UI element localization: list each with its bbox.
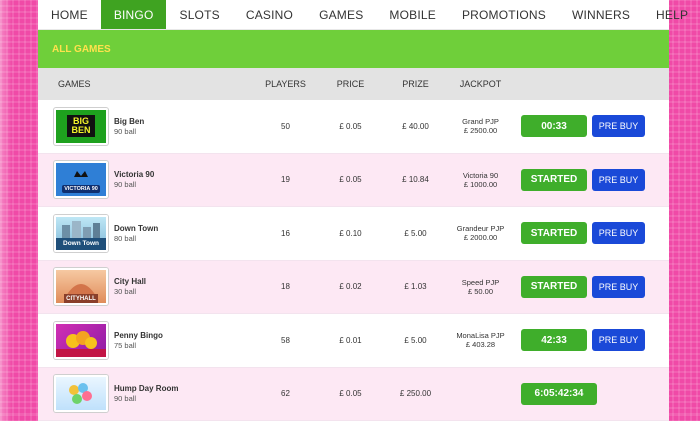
prize-amount: £ 250.00 <box>383 389 448 398</box>
play-countdown-button[interactable]: 00:33 <box>521 115 587 137</box>
down-town-thumbnail[interactable]: Down Town <box>54 215 108 252</box>
nav-games[interactable]: GAMES <box>306 0 376 29</box>
header-games: GAMES <box>38 79 253 89</box>
jackpot-info: Victoria 90 £ 1000.00 <box>448 171 513 189</box>
header-jackpot: JACKPOT <box>448 79 513 89</box>
bingo-balls-icon <box>56 377 106 410</box>
pre-buy-button[interactable]: PRE BUY <box>592 169 645 191</box>
hump-day-room-thumbnail[interactable] <box>54 375 108 412</box>
play-countdown-button[interactable]: 6:05:42:34 <box>521 383 597 405</box>
table-row[interactable]: Hump Day Room 90 ball 62 £ 0.05 £ 250.00… <box>38 368 669 421</box>
players-count: 18 <box>253 282 318 291</box>
pre-buy-button[interactable]: PRE BUY <box>592 276 645 298</box>
game-name[interactable]: Big Ben <box>114 117 144 126</box>
players-count: 19 <box>253 175 318 184</box>
game-name[interactable]: Penny Bingo <box>114 331 163 340</box>
city-hall-thumbnail[interactable]: CITYHALL <box>54 268 108 305</box>
nav-winners[interactable]: WINNERS <box>559 0 643 29</box>
nav-slots[interactable]: SLOTS <box>166 0 232 29</box>
game-name[interactable]: Victoria 90 <box>114 170 154 179</box>
table-row[interactable]: VICTORIA 90 Victoria 90 90 ball 19 £ 0.0… <box>38 154 669 208</box>
ticket-price: £ 0.01 <box>318 336 383 345</box>
prize-amount: £ 5.00 <box>383 229 448 238</box>
players-count: 58 <box>253 336 318 345</box>
game-type: 30 ball <box>114 287 146 296</box>
table-row[interactable]: Down Town Down Town 80 ball 16 £ 0.10 £ … <box>38 207 669 261</box>
pre-buy-button[interactable]: PRE BUY <box>592 329 645 351</box>
game-name[interactable]: Hump Day Room <box>114 384 178 393</box>
started-button[interactable]: STARTED <box>521 276 587 298</box>
pre-buy-button[interactable]: PRE BUY <box>592 115 645 137</box>
nav-home[interactable]: HOME <box>38 0 101 29</box>
players-count: 62 <box>253 389 318 398</box>
header-prize: PRIZE <box>383 79 448 89</box>
table-row[interactable]: CITYHALL City Hall 30 ball 18 £ 0.02 £ 1… <box>38 261 669 315</box>
main-nav: HOME BINGO SLOTS CASINO GAMES MOBILE PRO… <box>38 0 669 30</box>
ticket-price: £ 0.10 <box>318 229 383 238</box>
nav-mobile[interactable]: MOBILE <box>376 0 449 29</box>
jackpot-info: Grand PJP £ 2500.00 <box>448 117 513 135</box>
game-type: 90 ball <box>114 127 144 136</box>
prize-amount: £ 1.03 <box>383 282 448 291</box>
section-header: ALL GAMES <box>38 30 669 68</box>
jackpot-info: Grandeur PJP £ 2000.00 <box>448 224 513 242</box>
started-button[interactable]: STARTED <box>521 169 587 191</box>
prize-amount: £ 10.84 <box>383 175 448 184</box>
header-price: PRICE <box>318 79 383 89</box>
table-row[interactable]: Penny Bingo 75 ball 58 £ 0.01 £ 5.00 Mon… <box>38 314 669 368</box>
penny-bingo-thumbnail[interactable] <box>54 322 108 359</box>
jackpot-info: Speed PJP £ 50.00 <box>448 278 513 296</box>
prize-amount: £ 40.00 <box>383 122 448 131</box>
table-row[interactable]: BIG BEN Big Ben 90 ball 50 £ 0.05 £ 40.0… <box>38 100 669 154</box>
game-name[interactable]: City Hall <box>114 277 146 286</box>
big-ben-thumbnail[interactable]: BIG BEN <box>54 108 108 145</box>
ticket-price: £ 0.05 <box>318 122 383 131</box>
nav-bingo[interactable]: BINGO <box>101 0 167 29</box>
prize-amount: £ 5.00 <box>383 336 448 345</box>
game-type: 90 ball <box>114 180 154 189</box>
game-name[interactable]: Down Town <box>114 224 158 233</box>
game-type: 75 ball <box>114 341 163 350</box>
section-title: ALL GAMES <box>52 44 111 55</box>
players-count: 16 <box>253 229 318 238</box>
started-button[interactable]: STARTED <box>521 222 587 244</box>
game-type: 80 ball <box>114 234 158 243</box>
coins-icon <box>56 324 106 357</box>
ticket-price: £ 0.02 <box>318 282 383 291</box>
ticket-price: £ 0.05 <box>318 175 383 184</box>
pre-buy-button[interactable]: PRE BUY <box>592 222 645 244</box>
play-countdown-button[interactable]: 42:33 <box>521 329 587 351</box>
ticket-price: £ 0.05 <box>318 389 383 398</box>
nav-help[interactable]: HELP <box>643 0 700 29</box>
nav-promotions[interactable]: PROMOTIONS <box>449 0 559 29</box>
victoria-90-thumbnail[interactable]: VICTORIA 90 <box>54 161 108 198</box>
table-header: GAMES PLAYERS PRICE PRIZE JACKPOT <box>38 68 669 100</box>
main-panel: HOME BINGO SLOTS CASINO GAMES MOBILE PRO… <box>38 0 669 415</box>
game-type: 90 ball <box>114 394 178 403</box>
jackpot-info: MonaLisa PJP £ 403.28 <box>448 331 513 349</box>
players-count: 50 <box>253 122 318 131</box>
header-players: PLAYERS <box>253 79 318 89</box>
nav-casino[interactable]: CASINO <box>233 0 306 29</box>
